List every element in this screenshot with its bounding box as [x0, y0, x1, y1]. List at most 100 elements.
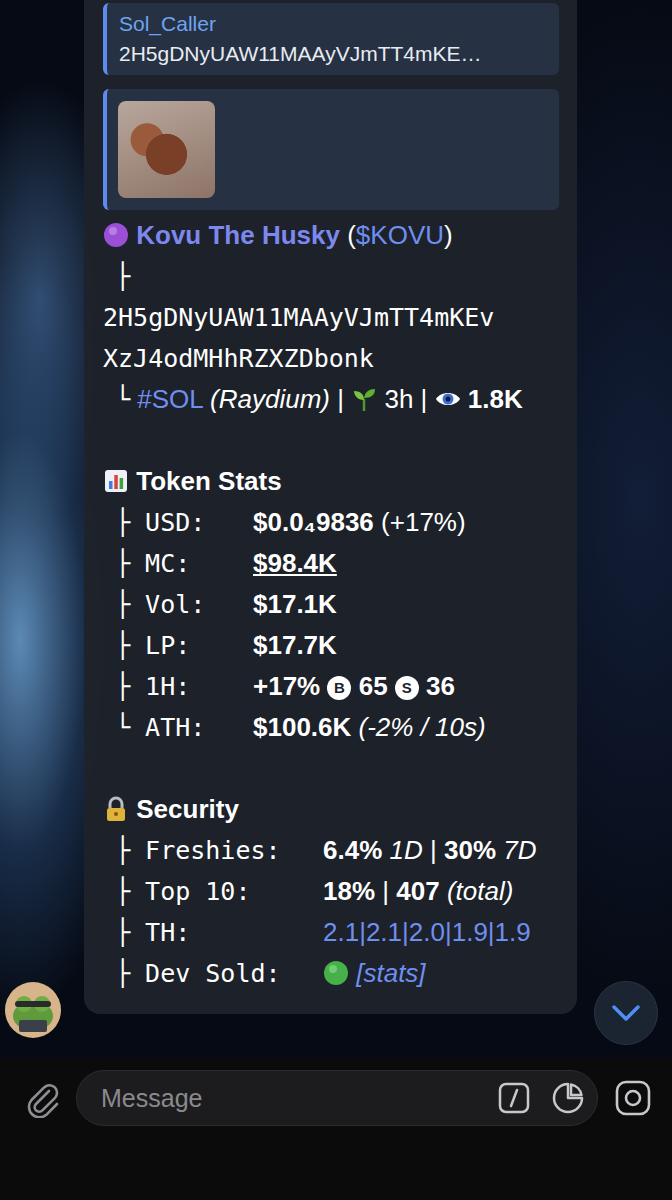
token-ticker[interactable]: $KOVU — [356, 220, 444, 250]
stat-label: ├ Top 10: — [103, 871, 323, 912]
stat-value: $0.0₄9836 — [253, 507, 374, 537]
tree-branch: ├ — [103, 256, 559, 297]
stat-value: 407 — [396, 876, 439, 906]
media-quote[interactable] — [103, 89, 559, 210]
stat-row: ├ LP:$17.7K — [103, 625, 559, 666]
stat-value: $100.6K — [253, 712, 351, 742]
eye-icon-svg — [435, 386, 461, 412]
stat-label: ├ Vol: — [103, 584, 253, 625]
frog-avatar-icon-svg — [5, 982, 61, 1038]
purple-circle-icon-svg — [103, 222, 129, 248]
chevron-down-icon — [611, 1004, 641, 1022]
stat-label: ├ LP: — [103, 625, 253, 666]
stat-label: └ ATH: — [103, 707, 253, 748]
stat-label: ├ MC: — [103, 543, 253, 584]
bar-chart-icon — [103, 465, 129, 491]
seedling-icon — [351, 383, 377, 409]
stat-label: ├ Freshies: — [103, 830, 323, 871]
section-header: Security — [103, 789, 559, 830]
camera-icon-svg — [614, 1079, 652, 1117]
command-icon[interactable] — [497, 1081, 531, 1115]
stat-value[interactable]: 2.1|2.1|2.0|1.9|1.9 — [323, 917, 531, 947]
sticker-icon[interactable] — [551, 1081, 585, 1115]
section-title: Security — [136, 794, 239, 824]
stat-value: 36 — [426, 671, 455, 701]
stat-row: ├ Top 10:18% | 407 (total) — [103, 871, 559, 912]
token-header: Kovu The Husky ($KOVU) — [103, 215, 559, 256]
message-bubble: Sol_Caller2H5gDNyUAW11MAAyVJmTT4mKE… Kov… — [84, 0, 577, 1014]
thumbnail-image[interactable] — [118, 101, 215, 198]
chain-tag[interactable]: #SOL — [137, 384, 203, 414]
address-line[interactable]: 2H5gDNyUAW11MAAyVJmTT4mKEv — [103, 297, 559, 338]
section-header: Token Stats — [103, 461, 559, 502]
branch-mark: ├ — [115, 262, 130, 291]
eye-icon — [435, 383, 461, 409]
bar-chart-icon-svg — [103, 468, 129, 494]
stat-value: 1D — [390, 835, 423, 865]
reply-author[interactable]: Sol_Caller — [119, 9, 547, 39]
separator: | — [337, 384, 344, 414]
message-field[interactable] — [76, 1070, 598, 1126]
sticker-icon-svg — [551, 1081, 585, 1115]
seedling-icon-svg — [351, 386, 377, 412]
stat-row: ├ Dev Sold: [stats] — [103, 953, 559, 994]
stat-value: $17.1K — [253, 589, 337, 619]
stat-value: (+17%) — [381, 507, 466, 537]
reply-quote[interactable]: Sol_Caller2H5gDNyUAW11MAAyVJmTT4mKE… — [103, 3, 559, 75]
chain-line: └ #SOL (Raydium) | 3h | 1.8K — [103, 379, 559, 420]
camera-icon[interactable] — [614, 1079, 652, 1117]
stat-row: ├ TH:2.1|2.1|2.0|1.9|1.9 — [103, 912, 559, 953]
frog-avatar-icon[interactable] — [5, 982, 61, 1038]
reply-text: 2H5gDNyUAW11MAAyVJmTT4mKE… — [119, 39, 547, 69]
stat-value: (-2% / 10s) — [359, 712, 486, 742]
contract-address[interactable]: 2H5gDNyUAW11MAAyVJmTT4mKEvXzJ4odMHhRZXZD… — [103, 297, 559, 379]
stat-value: 65 — [359, 671, 388, 701]
green-dot-icon-svg — [323, 960, 349, 986]
stat-row: ├ Vol:$17.1K — [103, 584, 559, 625]
stat-label: ├ USD: — [103, 502, 253, 543]
dex-name: (Raydium) — [210, 384, 330, 414]
side-badge: B — [327, 676, 351, 700]
view-count: 1.8K — [468, 384, 523, 414]
stat-value: (total) — [447, 876, 513, 906]
lock-icon — [103, 793, 129, 819]
stat-value: | — [382, 876, 389, 906]
separator: | — [421, 384, 428, 414]
scroll-down-button[interactable] — [594, 981, 658, 1045]
stat-value: $17.7K — [253, 630, 337, 660]
branch-mark: └ — [103, 379, 130, 420]
chevron-down-icon-svg — [611, 1004, 641, 1022]
purple-circle-icon — [103, 219, 129, 245]
side-badge: S — [395, 676, 419, 700]
stat-label: ├ TH: — [103, 912, 323, 953]
stat-value: 7D — [503, 835, 536, 865]
paperclip-icon[interactable] — [22, 1078, 62, 1118]
section-title: Token Stats — [136, 466, 281, 496]
composer-bar — [0, 1058, 672, 1200]
stat-value[interactable]: $98.4K — [253, 548, 337, 578]
address-line[interactable]: XzJ4odMHhRZXZDbonk — [103, 338, 559, 379]
stat-value: 6.4% — [323, 835, 382, 865]
paren-open: ( — [347, 220, 356, 250]
stat-row: ├ MC:$98.4K — [103, 543, 559, 584]
message-input[interactable] — [99, 1083, 477, 1114]
token-age: 3h — [384, 384, 413, 414]
stat-value[interactable]: [stats] — [356, 958, 425, 988]
token-name[interactable]: Kovu The Husky — [136, 220, 340, 250]
stat-row: ├ 1H:+17% B 65 S 36 — [103, 666, 559, 707]
stat-row: ├ Freshies:6.4% 1D | 30% 7D — [103, 830, 559, 871]
stat-value: 30% — [444, 835, 496, 865]
stat-value: 18% — [323, 876, 375, 906]
paperclip-icon-svg — [22, 1078, 62, 1118]
chat-area: Sol_Caller2H5gDNyUAW11MAAyVJmTT4mKE… Kov… — [0, 0, 672, 1058]
paren-close: ) — [444, 220, 453, 250]
stat-value: | — [430, 835, 437, 865]
stat-row: └ ATH:$100.6K (-2% / 10s) — [103, 707, 559, 748]
stat-value: +17% — [253, 671, 320, 701]
stat-label: ├ Dev Sold: — [103, 953, 323, 994]
stat-row: ├ USD:$0.0₄9836 (+17%) — [103, 502, 559, 543]
lock-icon-svg — [103, 796, 129, 822]
command-icon-svg — [497, 1081, 531, 1115]
